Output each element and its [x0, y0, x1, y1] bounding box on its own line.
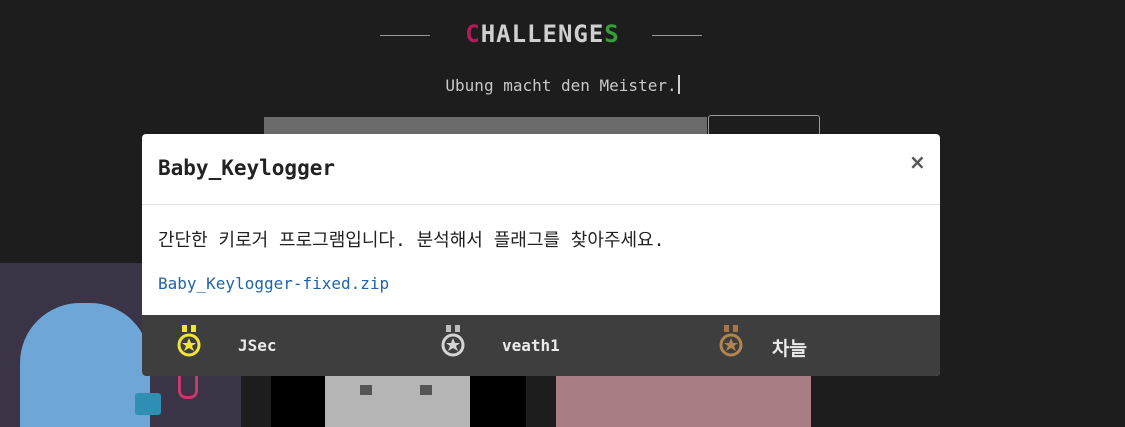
solver-name: JSec [238, 336, 277, 355]
pixel-ghost-eye [420, 385, 432, 395]
pixel-ghost-eye [360, 385, 372, 395]
page-subtitle: Ubung macht den Meister. [0, 75, 1125, 95]
page-title: CHALLENGES [440, 20, 645, 48]
bronze-medal-icon [719, 325, 743, 357]
title-middle: HALLENGE [480, 20, 605, 48]
character-hair [20, 303, 150, 427]
title-accent-last: S [604, 20, 620, 48]
challenge-description: 간단한 키로거 프로그램입니다. 분석해서 플래그를 찾아주세요. [158, 230, 665, 251]
modal-header: Baby_Keylogger × [142, 134, 940, 205]
subtitle-text: Ubung macht den Meister. [445, 76, 677, 95]
challenge-modal: Baby_Keylogger × 간단한 키로거 프로그램입니다. 분석해서 플… [142, 134, 940, 376]
page-header: CHALLENGES [0, 20, 1125, 54]
attachment-link[interactable]: Baby_Keylogger-fixed.zip [158, 274, 389, 293]
character-eye [135, 393, 161, 415]
pixel-ghost-art [325, 370, 470, 427]
title-rule-right [652, 35, 702, 36]
modal-title: Baby_Keylogger [158, 156, 336, 180]
title-rule-left [380, 35, 430, 36]
silver-medal-icon [441, 325, 465, 357]
close-icon[interactable]: × [909, 150, 926, 174]
solver-bar: JSec veath1 차늘 [142, 315, 940, 376]
title-accent-first: C [465, 20, 481, 48]
gold-medal-icon [177, 325, 201, 357]
solver-name: 차늘 [772, 338, 807, 360]
solver-name: veath1 [502, 336, 560, 355]
typing-cursor [677, 75, 680, 94]
